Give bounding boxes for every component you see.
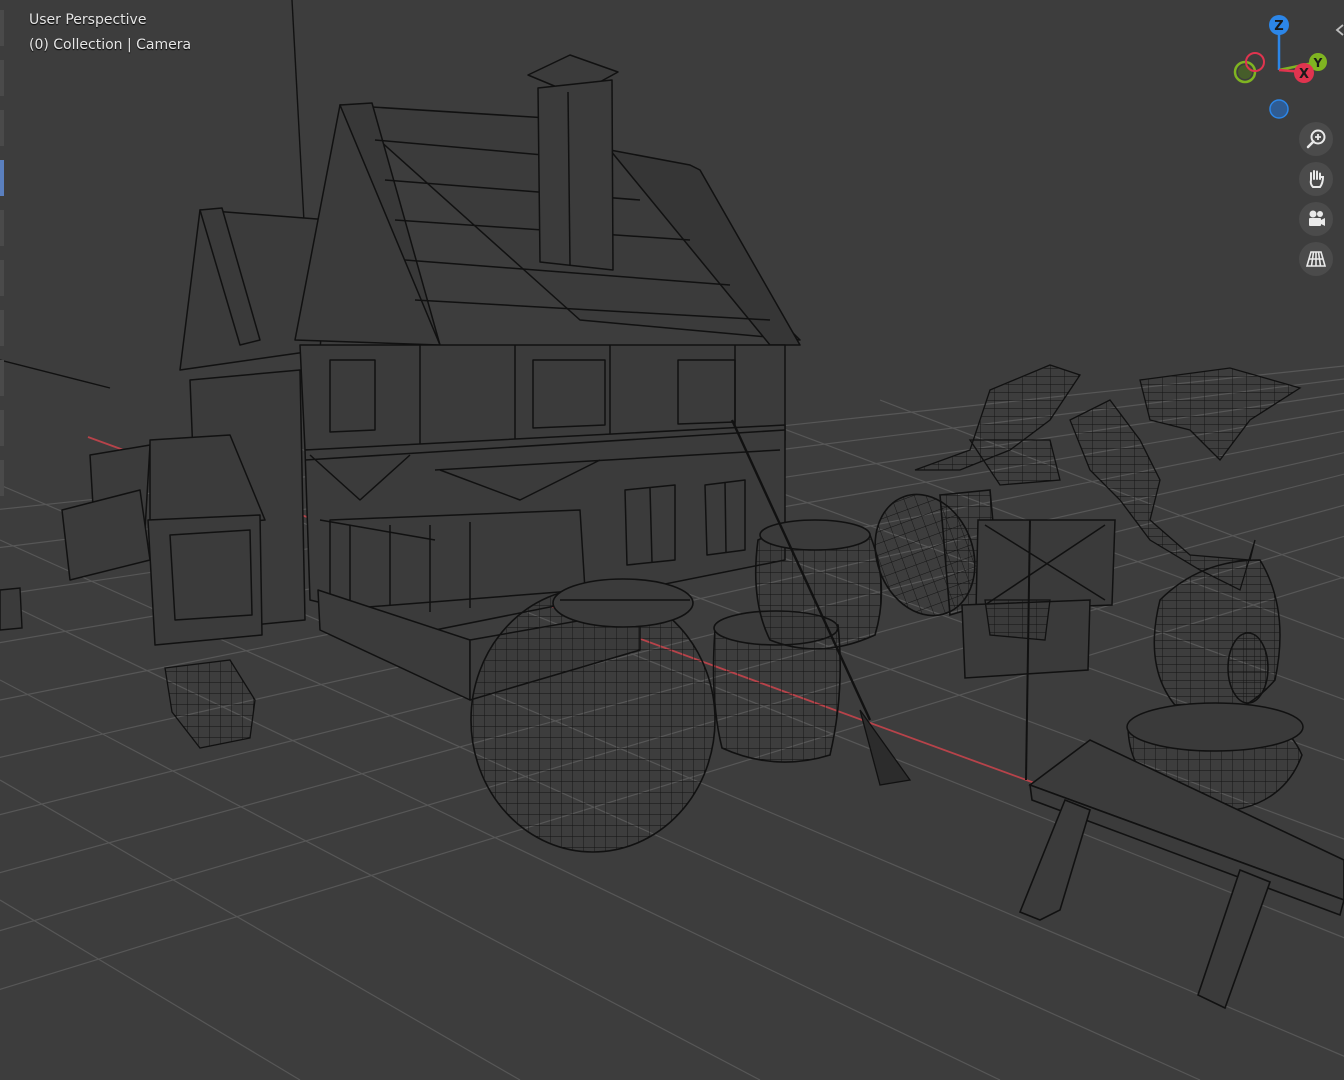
view-name-label: User Perspective — [29, 12, 147, 28]
left-toolbar-strip[interactable] — [0, 0, 5, 520]
navigation-gizmo[interactable]: Z X Y — [1228, 10, 1344, 125]
camera-line — [291, 0, 306, 241]
barrel-large — [470, 578, 716, 853]
camera-line-2 — [0, 359, 111, 389]
pan-hand-icon — [1309, 170, 1325, 188]
perspective-grid-icon — [1305, 251, 1327, 267]
cart-wheel-wireframe — [1153, 559, 1281, 721]
barrel-back — [754, 519, 883, 650]
active-tool-indicator — [0, 160, 4, 196]
pan-button[interactable] — [1299, 162, 1333, 196]
zoom-icon — [1306, 129, 1326, 149]
3d-viewport[interactable]: User Perspective (0) Collection | Camera… — [0, 0, 1344, 1080]
gizmo-x-label: X — [1299, 67, 1309, 82]
hay-bale-wireframe — [164, 659, 256, 749]
scene-canvas[interactable] — [0, 0, 1344, 1080]
collection-info-label: (0) Collection | Camera — [29, 37, 192, 53]
camera-view-icon — [1309, 210, 1325, 226]
gizmo-neg-z-icon — [1269, 99, 1289, 119]
plank-fragment — [0, 587, 23, 631]
zoom-button[interactable] — [1299, 122, 1333, 156]
sidebar-collapse-arrow-icon[interactable] — [1334, 20, 1344, 40]
camera-view-button[interactable] — [1299, 202, 1333, 236]
gizmo-z-label: Z — [1274, 19, 1283, 34]
perspective-toggle-button[interactable] — [1299, 242, 1333, 276]
gizmo-y-label: Y — [1313, 56, 1323, 70]
